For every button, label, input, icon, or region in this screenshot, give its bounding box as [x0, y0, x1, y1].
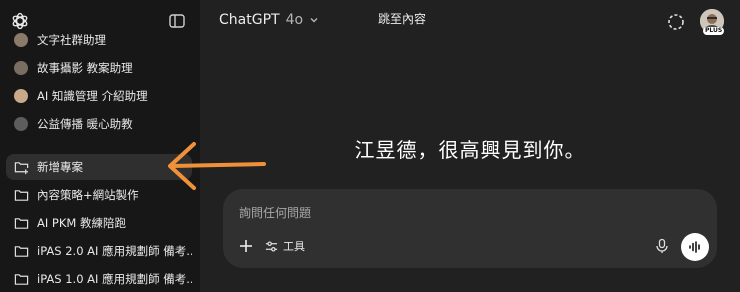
prompt-input[interactable]: 詢問任何問題 — [239, 204, 311, 221]
main-area: ChatGPT 4o 跳至內容 PLUS 江昱德，很高興見到你。 詢問任何問題 工… — [200, 0, 740, 292]
avatar-icon — [13, 60, 29, 76]
add-attachment-icon[interactable] — [237, 237, 255, 255]
avatar-icon — [13, 116, 29, 132]
avatar-icon — [13, 32, 29, 48]
folder-icon — [13, 215, 29, 231]
avatar-icon — [13, 88, 29, 104]
model-name: ChatGPT — [219, 12, 280, 28]
chevron-down-icon — [310, 18, 318, 23]
sliders-icon — [265, 240, 278, 252]
sidebar-item-label: AI 知識管理 介紹助理 — [37, 89, 148, 103]
chat-composer[interactable]: 詢問任何問題 工具 — [223, 189, 717, 268]
greeting-heading: 江昱德，很高興見到你。 — [354, 138, 586, 162]
microphone-icon[interactable] — [654, 238, 670, 254]
sidebar-item-label: 故事攝影 教案助理 — [37, 61, 133, 75]
sidebar-item-project[interactable]: iPAS 2.0 AI 應用規劃師 備考... — [6, 238, 192, 264]
sidebar-item-gpt-2[interactable]: 故事攝影 教案助理 — [6, 55, 192, 81]
sidebar-item-label: iPAS 1.0 AI 應用規劃師 備考... — [37, 272, 192, 286]
sidebar-item-label: 公益傳播 暖心助教 — [37, 117, 133, 131]
sidebar-item-label: 新增專案 — [37, 160, 83, 174]
sidebar-item-label: 內容策略+網站製作 — [37, 188, 139, 202]
sidebar-item-label: iPAS 2.0 AI 應用規劃師 備考... — [37, 244, 192, 258]
annotation-arrow-icon — [168, 142, 266, 190]
folder-icon — [13, 243, 29, 259]
sidebar-item-label: AI PKM 教練陪跑 — [37, 216, 126, 230]
folder-icon — [13, 187, 29, 203]
sidebar-item-gpt-1[interactable]: 文字社群助理 — [6, 27, 192, 53]
voice-mode-button[interactable] — [681, 233, 709, 261]
model-version: 4o — [285, 12, 304, 28]
sidebar-item-gpt-3[interactable]: AI 知識管理 介紹助理 — [6, 83, 192, 109]
skip-to-content-link[interactable]: 跳至內容 — [378, 10, 426, 27]
sidebar-item-project[interactable]: iPAS 1.0 AI 應用規劃師 備考... — [6, 266, 192, 292]
voice-waveform-icon — [689, 241, 700, 253]
new-folder-icon — [13, 159, 29, 175]
tools-label: 工具 — [283, 240, 305, 253]
sidebar-item-project[interactable]: AI PKM 教練陪跑 — [6, 210, 192, 236]
folder-icon — [13, 271, 29, 287]
sidebar-item-label: 文字社群助理 — [37, 33, 106, 47]
model-selector[interactable]: ChatGPT 4o — [219, 12, 319, 28]
plus-badge: PLUS — [703, 27, 725, 35]
sidebar-item-gpt-4[interactable]: 公益傳播 暖心助教 — [6, 111, 192, 137]
tools-button[interactable]: 工具 — [265, 237, 305, 255]
temporary-chat-icon[interactable] — [666, 12, 686, 32]
